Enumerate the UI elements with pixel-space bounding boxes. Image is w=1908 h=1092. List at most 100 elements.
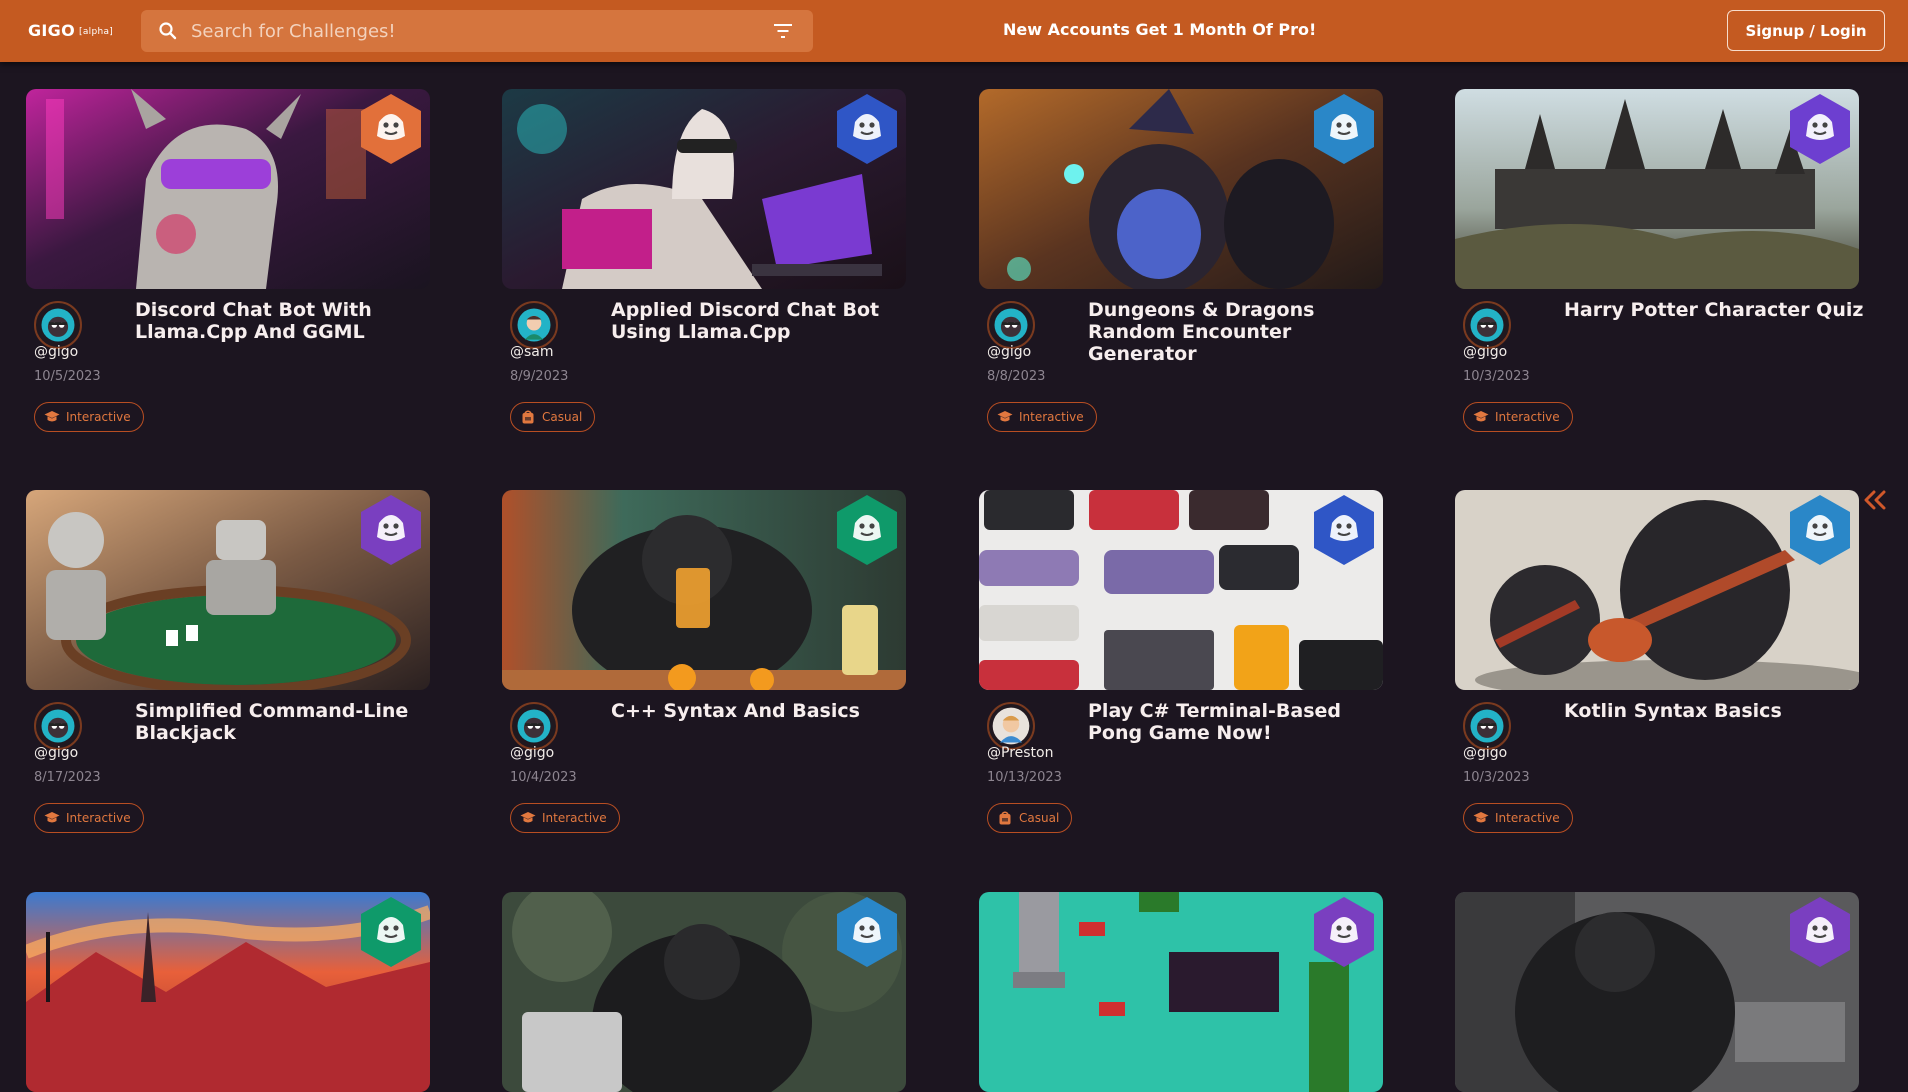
graduation-cap-icon — [44, 811, 60, 825]
gorilla-avatar-icon — [517, 709, 551, 743]
author-name[interactable]: @sam — [510, 344, 554, 360]
challenge-thumbnail[interactable] — [502, 89, 906, 289]
challenge-date: 10/5/2023 — [34, 369, 101, 384]
graduation-cap-icon — [997, 410, 1013, 424]
avatar[interactable] — [1463, 301, 1511, 349]
author-name[interactable]: @gigo — [510, 745, 554, 761]
graduation-cap-icon — [520, 811, 536, 825]
green-tier-badge-icon — [837, 495, 897, 565]
challenge-title[interactable]: Simplified Command-Line Blackjack — [135, 700, 435, 744]
gigo-logo[interactable]: GIGO [alpha] — [28, 21, 113, 40]
user-avatar-icon — [517, 308, 551, 342]
challenge-card[interactable] — [979, 892, 1383, 1092]
challenge-thumbnail[interactable] — [1455, 892, 1859, 1092]
challenge-date: 8/8/2023 — [987, 369, 1046, 384]
purple-tier-badge-icon — [361, 495, 421, 565]
purple-tier-badge-icon — [1314, 897, 1374, 967]
challenge-thumbnail[interactable] — [502, 892, 906, 1092]
challenge-title[interactable]: Kotlin Syntax Basics — [1564, 700, 1864, 722]
filter-icon[interactable] — [773, 22, 793, 40]
challenge-title[interactable]: C++ Syntax And Basics — [611, 700, 911, 722]
challenge-title[interactable]: Play C# Terminal-Based Pong Game Now! — [1088, 700, 1388, 744]
green-tier-badge-icon — [361, 897, 421, 967]
challenge-thumbnail[interactable] — [979, 89, 1383, 289]
double-chevron-left-icon[interactable] — [1862, 488, 1888, 512]
blue-tier-badge-icon — [837, 897, 897, 967]
avatar[interactable] — [987, 301, 1035, 349]
promo-banner[interactable]: New Accounts Get 1 Month Of Pro! — [1003, 20, 1316, 39]
gorilla-avatar-icon — [41, 709, 75, 743]
graduation-cap-icon — [1473, 811, 1489, 825]
challenge-type-tag: Interactive — [34, 803, 144, 833]
challenge-card[interactable]: Simplified Command-Line Blackjack @gigo … — [26, 490, 430, 870]
challenge-card[interactable]: Harry Potter Character Quiz @gigo 10/3/2… — [1455, 89, 1863, 469]
challenge-thumbnail[interactable] — [1455, 490, 1859, 690]
challenge-type-tag: Casual — [510, 402, 596, 432]
blue-tier-badge-icon — [1314, 495, 1374, 565]
search-icon — [159, 22, 177, 40]
challenge-title[interactable]: Applied Discord Chat Bot Using Llama.Cpp — [611, 299, 911, 343]
graduation-cap-icon — [1473, 410, 1489, 424]
avatar[interactable] — [1463, 702, 1511, 750]
challenge-thumbnail[interactable] — [26, 89, 430, 289]
challenge-type-tag: Interactive — [510, 803, 620, 833]
gorilla-avatar-icon — [1470, 709, 1504, 743]
gorilla-avatar-icon — [1470, 308, 1504, 342]
author-name[interactable]: @gigo — [1463, 745, 1507, 761]
challenge-type-tag: Casual — [987, 803, 1073, 833]
tag-label: Casual — [1019, 811, 1060, 825]
signup-login-button[interactable]: Signup / Login — [1727, 10, 1885, 51]
author-name[interactable]: @gigo — [987, 344, 1031, 360]
challenge-date: 8/9/2023 — [510, 369, 569, 384]
challenge-title[interactable]: Dungeons & Dragons Random Encounter Gene… — [1088, 299, 1388, 365]
blue-tier-badge-icon — [1314, 94, 1374, 164]
avatar[interactable] — [510, 301, 558, 349]
avatar[interactable] — [987, 702, 1035, 750]
challenge-thumbnail[interactable] — [26, 892, 430, 1092]
challenge-title[interactable]: Discord Chat Bot With Llama.Cpp And GGML — [135, 299, 435, 343]
challenge-thumbnail[interactable] — [1455, 89, 1859, 289]
challenge-card[interactable] — [502, 892, 906, 1092]
challenge-thumbnail[interactable] — [979, 892, 1383, 1092]
author-name[interactable]: @gigo — [1463, 344, 1507, 360]
challenge-card[interactable] — [1455, 892, 1859, 1092]
backpack-icon — [997, 811, 1013, 825]
tag-label: Interactive — [66, 811, 131, 825]
purple-tier-badge-icon — [1790, 94, 1850, 164]
user-avatar-icon — [992, 707, 1030, 745]
tag-label: Interactive — [66, 410, 131, 424]
author-name[interactable]: @gigo — [34, 745, 78, 761]
challenge-card[interactable]: Applied Discord Chat Bot Using Llama.Cpp… — [502, 89, 906, 469]
challenge-card[interactable] — [26, 892, 430, 1092]
author-name[interactable]: @Preston — [987, 745, 1053, 761]
challenge-card[interactable]: C++ Syntax And Basics @gigo 10/4/2023 In… — [502, 490, 906, 870]
challenge-date: 10/3/2023 — [1463, 369, 1530, 384]
challenge-date: 10/4/2023 — [510, 770, 577, 785]
top-navbar: GIGO [alpha] New Accounts Get 1 Month Of … — [0, 0, 1908, 62]
author-name[interactable]: @gigo — [34, 344, 78, 360]
avatar[interactable] — [510, 702, 558, 750]
search-bar[interactable] — [141, 10, 813, 52]
challenge-card[interactable]: Discord Chat Bot With Llama.Cpp And GGML… — [26, 89, 430, 469]
challenge-thumbnail[interactable] — [979, 490, 1383, 690]
avatar[interactable] — [34, 301, 82, 349]
backpack-icon — [520, 410, 536, 424]
blue-tier-badge-icon — [1790, 495, 1850, 565]
challenge-date: 10/3/2023 — [1463, 770, 1530, 785]
logo-alpha-tag: [alpha] — [79, 27, 114, 37]
avatar[interactable] — [34, 702, 82, 750]
challenge-card[interactable]: Play C# Terminal-Based Pong Game Now! @P… — [979, 490, 1383, 870]
tag-label: Interactive — [1495, 811, 1560, 825]
challenge-title[interactable]: Harry Potter Character Quiz — [1564, 299, 1864, 321]
challenge-date: 10/13/2023 — [987, 770, 1062, 785]
blue-tier-badge-icon — [837, 94, 897, 164]
challenge-thumbnail[interactable] — [26, 490, 430, 690]
challenge-date: 8/17/2023 — [34, 770, 101, 785]
search-input[interactable] — [191, 10, 751, 52]
challenge-card[interactable]: Dungeons & Dragons Random Encounter Gene… — [979, 89, 1383, 469]
challenge-card[interactable]: Kotlin Syntax Basics @gigo 10/3/2023 Int… — [1455, 490, 1859, 870]
tag-label: Interactive — [1019, 410, 1084, 424]
challenge-thumbnail[interactable] — [502, 490, 906, 690]
challenge-type-tag: Interactive — [1463, 402, 1573, 432]
logo-text[interactable]: GIGO — [28, 21, 75, 40]
